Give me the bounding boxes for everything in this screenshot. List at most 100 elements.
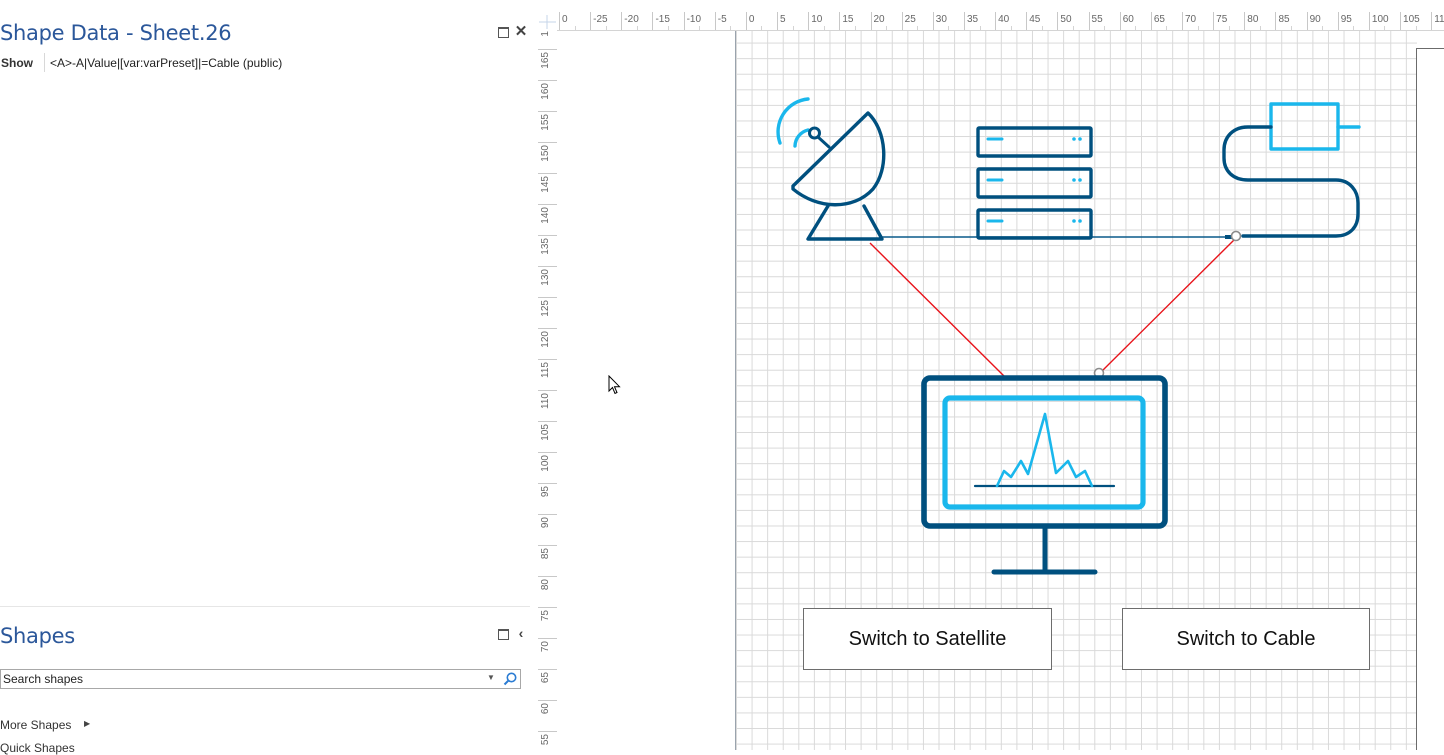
ruler-minor-tick <box>854 26 856 30</box>
ruler-minor-tick <box>1135 26 1137 30</box>
dropdown-arrow-icon[interactable]: ▼ <box>487 673 495 682</box>
ruler-label: 80 <box>538 576 557 608</box>
monitor-spectrum-icon[interactable] <box>921 375 1168 575</box>
ruler-label: 75 <box>538 607 557 639</box>
shape-data-label: Show <box>1 56 33 70</box>
window-restore-icon[interactable] <box>496 627 510 641</box>
satellite-dish-icon[interactable] <box>776 97 886 241</box>
server-icon[interactable] <box>976 126 1093 240</box>
vertical-ruler[interactable]: 1 165 160 155 150 145 140 135 130 125 120 115 110 105… <box>538 30 558 750</box>
ruler-minor-tick <box>574 26 576 30</box>
quick-shapes-item[interactable]: Quick Shapes <box>0 741 75 755</box>
ruler-label: 25 <box>901 12 916 30</box>
shape-data-title: Shape Data - Sheet.26 <box>0 21 232 45</box>
mouse-cursor-icon <box>608 374 622 400</box>
ruler-label: 155 <box>538 111 557 143</box>
ruler-label: 5 <box>777 12 786 30</box>
ruler-label: 65 <box>1150 12 1165 30</box>
ruler-label: 15 <box>839 12 853 30</box>
search-icon[interactable] <box>502 671 518 687</box>
close-icon[interactable]: ✕ <box>514 23 528 40</box>
ruler-label: 135 <box>538 235 557 267</box>
ruler-label: 90 <box>1306 12 1321 30</box>
ruler-minor-tick <box>1010 26 1012 30</box>
switch-to-satellite-button[interactable]: Switch to Satellite <box>803 608 1052 670</box>
ruler-minor-tick <box>668 26 670 30</box>
ruler-label: 120 <box>538 328 557 360</box>
ruler-label: 145 <box>538 173 557 205</box>
ruler-label: 70 <box>538 638 557 670</box>
ruler-corner <box>538 12 557 30</box>
ruler-label: 50 <box>1057 12 1072 30</box>
ruler-label: 60 <box>538 700 557 732</box>
connector-cable-monitor[interactable] <box>1099 238 1236 374</box>
search-shapes-box[interactable]: ▼ <box>0 669 521 689</box>
ruler-minor-tick <box>699 26 701 30</box>
ruler-label: 125 <box>538 297 557 329</box>
connector-satellite-monitor[interactable] <box>869 242 1006 378</box>
window-restore-icon[interactable] <box>496 25 510 39</box>
ruler-minor-tick <box>1291 26 1293 30</box>
search-shapes-input[interactable] <box>3 671 473 687</box>
ruler-minor-tick <box>1228 26 1230 30</box>
left-panel: Shape Data - Sheet.26 ✕ Show <A>-A|Value… <box>0 0 537 755</box>
ruler-label: 65 <box>538 669 557 701</box>
ruler-minor-tick <box>1197 26 1199 30</box>
divider <box>44 53 45 72</box>
ruler-label: 110 <box>1431 12 1444 30</box>
ruler-minor-tick <box>1259 26 1261 30</box>
ruler-minor-tick <box>948 26 950 30</box>
ruler-label: 40 <box>995 12 1009 30</box>
ruler-minor-tick <box>1353 26 1355 30</box>
ruler-minor-tick <box>730 26 732 30</box>
ruler-minor-tick <box>792 26 794 30</box>
ruler-label: 90 <box>538 514 557 546</box>
ruler-label: 30 <box>932 12 947 30</box>
drawing-canvas[interactable]: Switch to Satellite Switch to Cable <box>557 31 1444 750</box>
ruler-label: 60 <box>1119 12 1134 30</box>
ruler-label: 45 <box>1026 12 1040 30</box>
ruler-label: 55 <box>538 731 557 750</box>
ruler-label: 70 <box>1182 12 1196 30</box>
ruler-minor-tick <box>761 26 763 30</box>
ruler-label: 105 <box>1400 12 1420 30</box>
ruler-label: 165 <box>538 49 557 81</box>
ruler-label: 140 <box>538 204 557 236</box>
ruler-label: 150 <box>538 142 557 174</box>
ruler-minor-tick <box>886 26 888 30</box>
ruler-label: 160 <box>538 80 557 112</box>
horizontal-ruler[interactable]: 0 -25 -20 -15 -10 -5 0 5 10 15 20 25 30 35 40 45 50 55 60 6… <box>557 12 1444 31</box>
ruler-minor-tick <box>605 26 607 30</box>
ruler-minor-tick <box>1104 26 1106 30</box>
cable-icon[interactable] <box>1222 102 1361 238</box>
ruler-minor-tick <box>1384 26 1386 30</box>
ruler-minor-tick <box>823 26 825 30</box>
ruler-label: 100 <box>538 452 557 484</box>
chevron-left-icon[interactable]: ‹ <box>514 625 528 641</box>
ruler-label: 110 <box>538 390 557 422</box>
switch-to-cable-button[interactable]: Switch to Cable <box>1122 608 1370 670</box>
more-shapes-menu[interactable]: More Shapes <box>0 718 71 732</box>
ruler-minor-tick <box>979 26 981 30</box>
ruler-minor-tick <box>1072 26 1074 30</box>
panel-divider[interactable] <box>0 606 530 607</box>
ruler-minor-tick <box>917 26 919 30</box>
ruler-label: 95 <box>538 483 557 515</box>
ruler-label: 105 <box>538 421 557 453</box>
ruler-minor-tick <box>1415 26 1417 30</box>
ruler-label: 85 <box>1275 12 1290 30</box>
ruler-label: 95 <box>1337 12 1352 30</box>
ruler-label: 0 <box>745 12 754 30</box>
ruler-label: 80 <box>1244 12 1258 30</box>
ruler-minor-tick <box>1041 26 1043 30</box>
connection-handle[interactable] <box>1230 230 1242 242</box>
ruler-label: -5 <box>714 12 727 30</box>
ruler-label: 85 <box>538 545 557 577</box>
ruler-label: 10 <box>808 12 822 30</box>
ruler-label: 75 <box>1213 12 1227 30</box>
shape-data-value[interactable]: <A>-A|Value|[var:varPreset]|=Cable (publ… <box>50 56 282 70</box>
ruler-label: 130 <box>538 266 557 298</box>
caret-right-icon: ▶ <box>84 719 91 728</box>
ruler-label: 0 <box>559 12 568 30</box>
ruler-label: 100 <box>1368 12 1389 30</box>
